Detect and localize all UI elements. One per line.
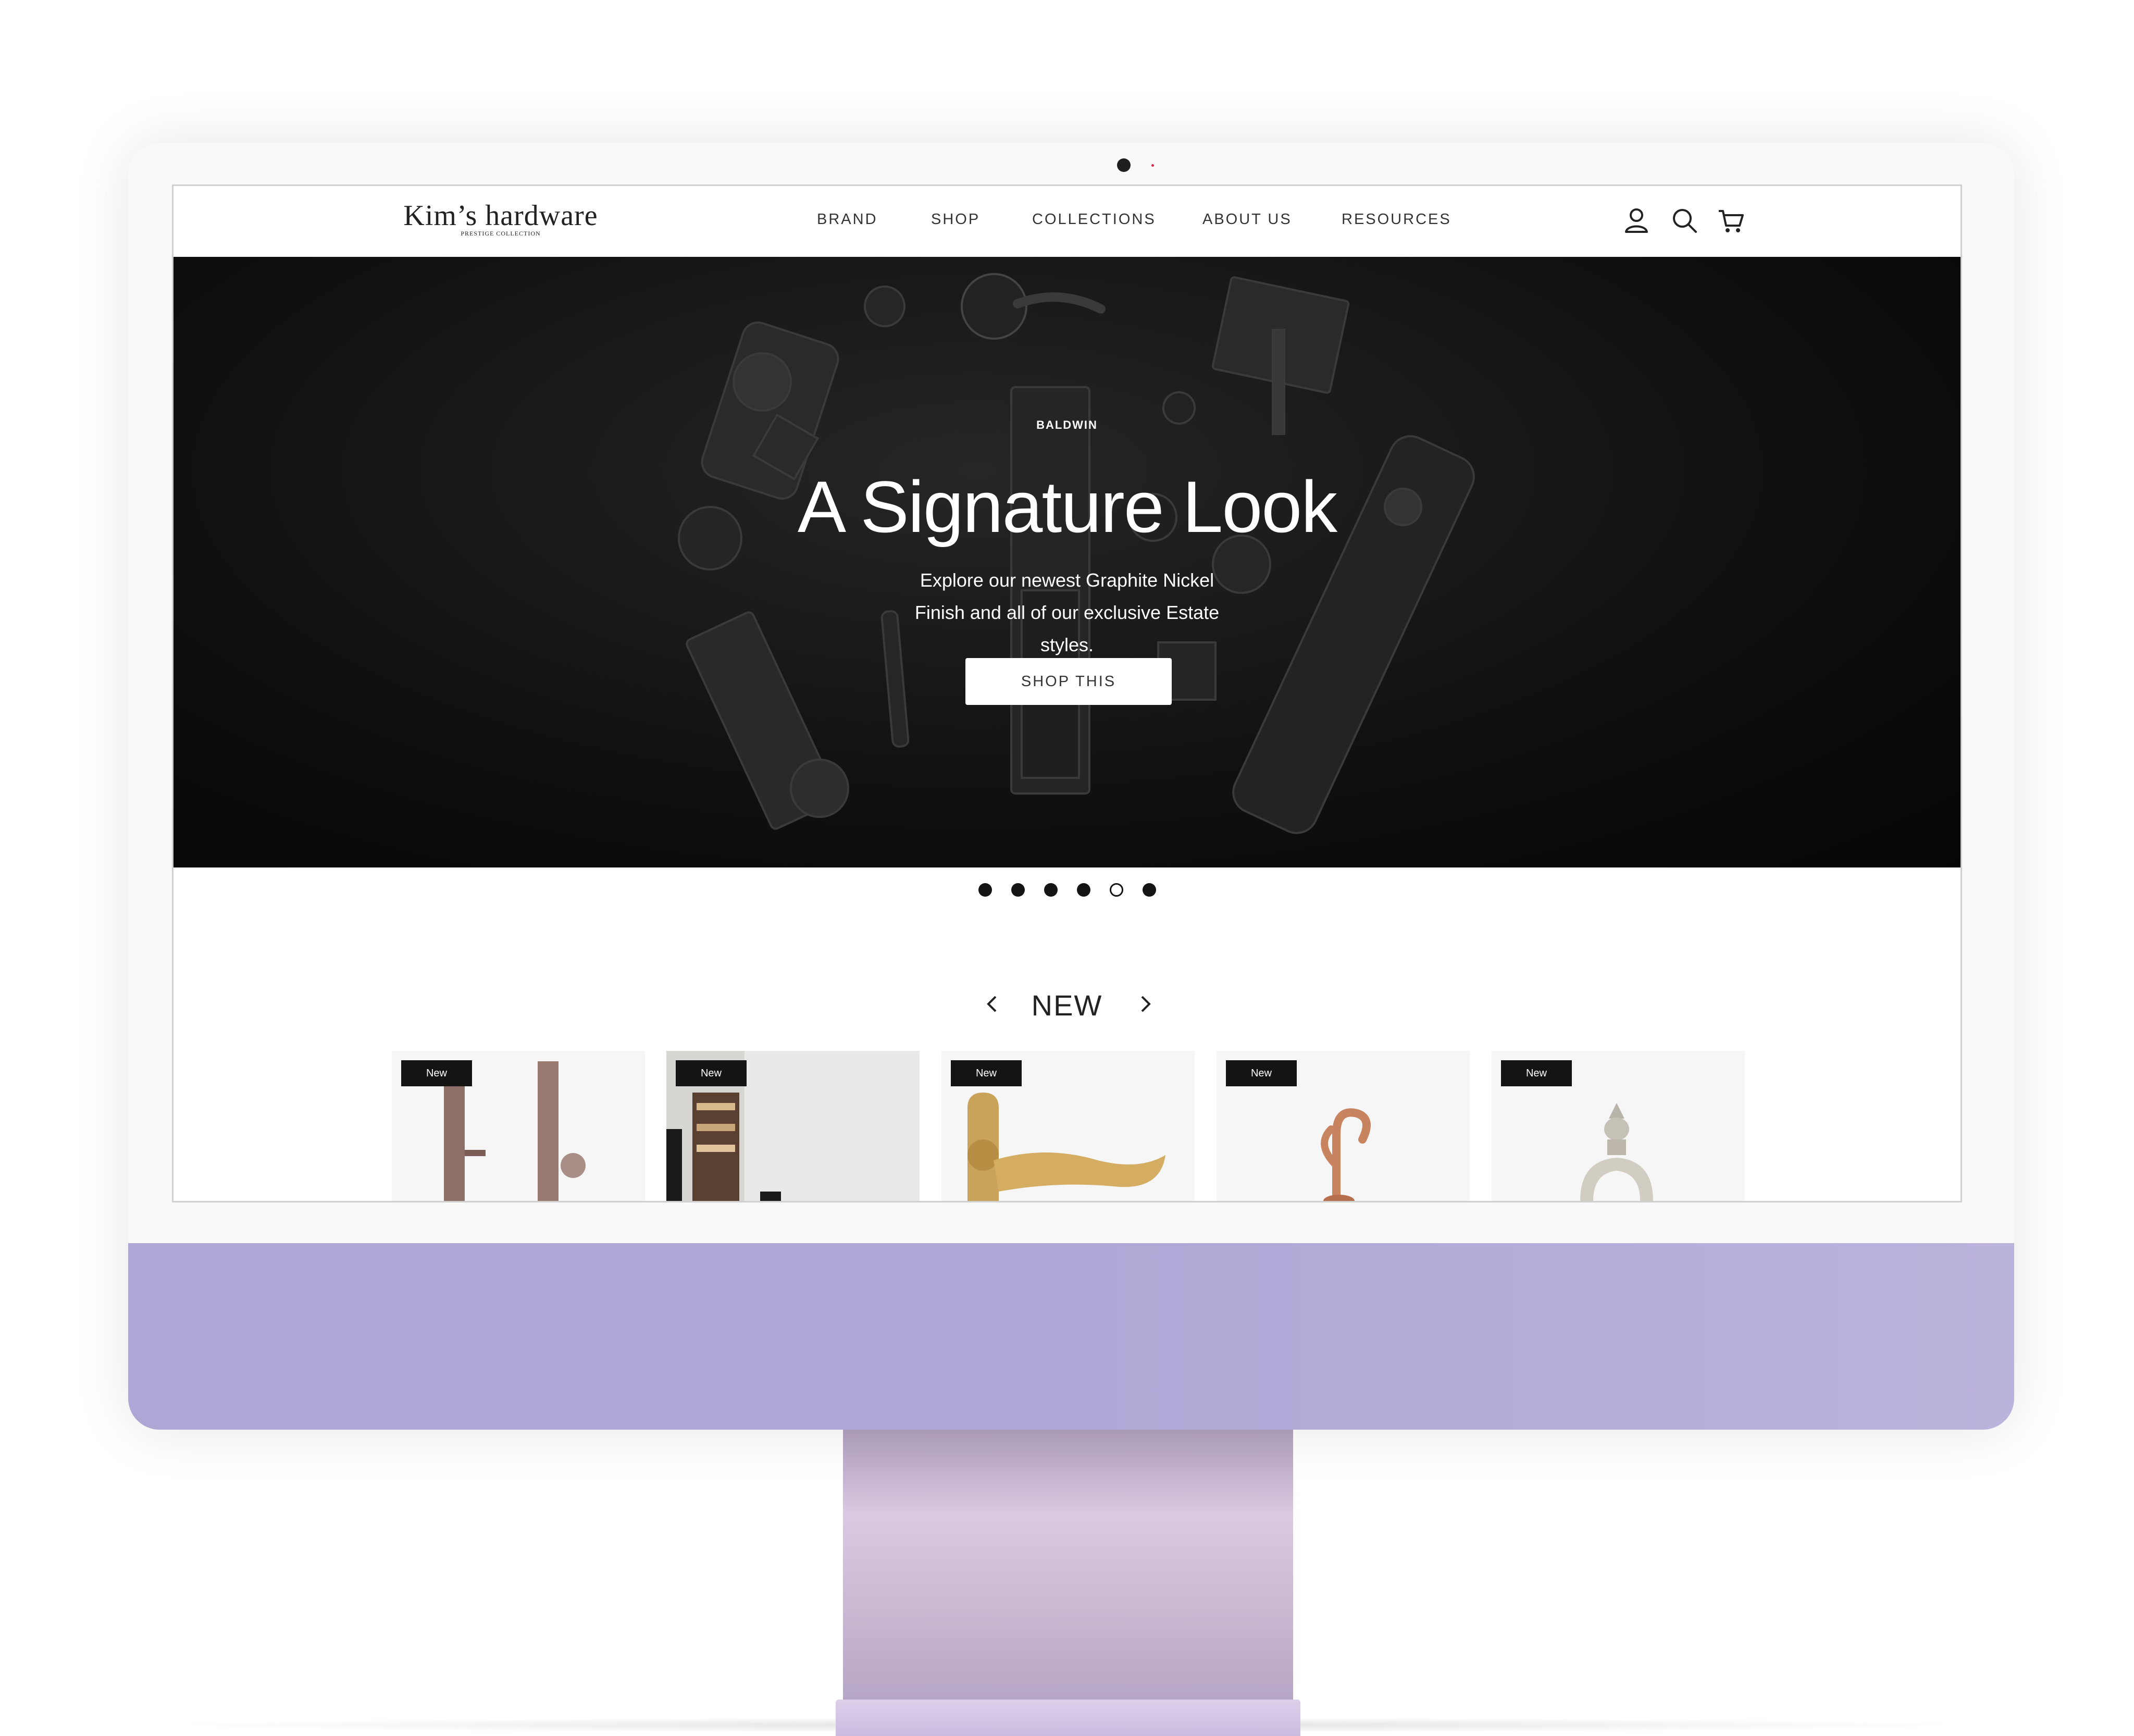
- hero-subtitle: Explore our newest Graphite Nickel Finis…: [911, 564, 1223, 661]
- nav-collections[interactable]: COLLECTIONS: [1032, 211, 1156, 228]
- product-card-5[interactable]: New: [1492, 1051, 1745, 1201]
- slide-dot-5-active[interactable]: [1110, 883, 1123, 897]
- nav-brand[interactable]: BRAND: [817, 211, 878, 228]
- slide-dot-1[interactable]: [978, 883, 992, 897]
- camera-icon: [1117, 158, 1131, 172]
- nav-shop[interactable]: SHOP: [931, 211, 980, 228]
- shop-this-button[interactable]: SHOP THIS: [965, 658, 1172, 705]
- site-header: Kim’s hardware PRESTIGE COLLECTION BRAND…: [173, 186, 1961, 257]
- slide-dot-4[interactable]: [1077, 883, 1090, 897]
- new-badge: New: [1226, 1060, 1297, 1086]
- camera-led: [1151, 164, 1154, 167]
- slide-dot-3[interactable]: [1044, 883, 1058, 897]
- product-card-3[interactable]: New: [941, 1051, 1195, 1201]
- slide-dot-2[interactable]: [1011, 883, 1025, 897]
- monitor-stand-foot: [836, 1700, 1300, 1736]
- hero-hardware-image: [678, 273, 1475, 834]
- account-icon[interactable]: [1621, 205, 1652, 236]
- hero-subtitle-line-2: Finish and all of our exclusive Estate s…: [914, 602, 1220, 655]
- logo-wordmark: Kim’s hardware: [403, 200, 598, 232]
- new-section-title: NEW: [1031, 989, 1103, 1022]
- new-badge: New: [951, 1060, 1022, 1086]
- monitor-chin: [128, 1243, 2014, 1430]
- new-next-arrow-icon[interactable]: [1135, 993, 1156, 1015]
- new-badge: New: [676, 1060, 747, 1086]
- search-icon[interactable]: [1669, 205, 1700, 236]
- hero-subtitle-line-1: Explore our newest Graphite Nickel: [920, 569, 1214, 591]
- monitor-stand: [843, 1430, 1293, 1711]
- product-card-1[interactable]: New: [392, 1051, 645, 1201]
- slide-dot-6[interactable]: [1143, 883, 1156, 897]
- cart-icon[interactable]: [1716, 205, 1747, 236]
- hero-banner: BALDWIN A Signature Look Explore our new…: [173, 257, 1961, 867]
- product-card-2[interactable]: New: [666, 1051, 920, 1201]
- product-card-4[interactable]: New: [1217, 1051, 1470, 1201]
- new-badge: New: [1501, 1060, 1572, 1086]
- hero-title: A Signature Look: [797, 466, 1337, 548]
- hero-brand-tag: BALDWIN: [1036, 418, 1098, 431]
- nav-resources[interactable]: RESOURCES: [1342, 211, 1451, 228]
- new-badge: New: [401, 1060, 472, 1086]
- site-logo[interactable]: Kim’s hardware PRESTIGE COLLECTION: [391, 200, 610, 238]
- browser-screen: Kim’s hardware PRESTIGE COLLECTION BRAND…: [172, 184, 1962, 1202]
- nav-about-us[interactable]: ABOUT US: [1202, 211, 1292, 228]
